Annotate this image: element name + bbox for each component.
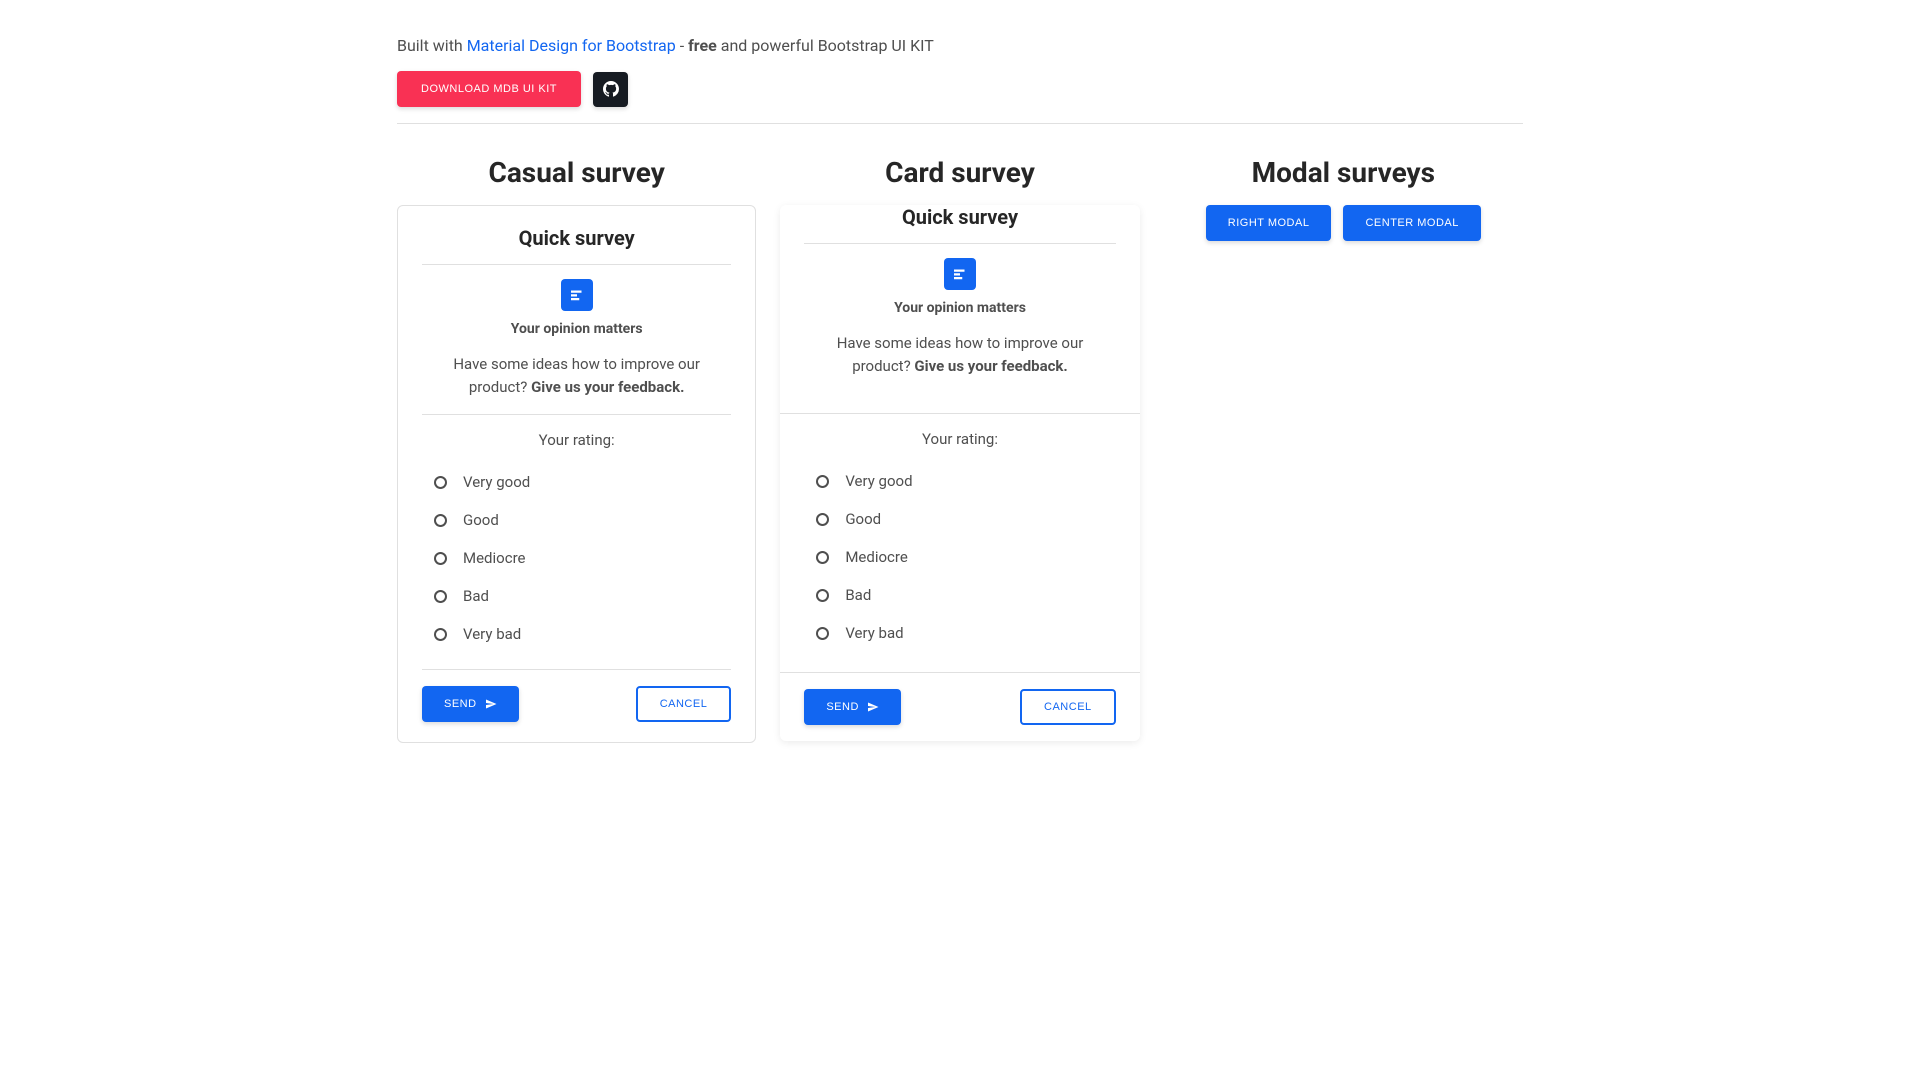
prompt-bold: Give us your feedback. (914, 357, 1067, 375)
radio-icon (816, 513, 829, 526)
radio-mediocre[interactable]: Mediocre (804, 538, 1115, 576)
card-survey-heading: Card survey (780, 156, 1139, 189)
radio-icon (434, 552, 447, 565)
prompt-bold: Give us your feedback. (531, 378, 684, 396)
radio-label: Good (463, 511, 499, 529)
radio-icon (434, 514, 447, 527)
right-modal-button[interactable]: Right Modal (1206, 205, 1332, 241)
radio-label: Very good (845, 472, 912, 490)
card-survey-panel: Quick survey Your opinion matters Have s… (780, 205, 1139, 741)
survey-title: Quick survey (804, 205, 1115, 244)
radio-icon (434, 590, 447, 603)
send-button[interactable]: Send (422, 686, 519, 722)
radio-label: Very bad (845, 624, 903, 642)
radio-label: Very good (463, 473, 530, 491)
radio-icon (434, 628, 447, 641)
radio-label: Very bad (463, 625, 521, 643)
radio-label: Mediocre (463, 549, 525, 567)
send-icon (867, 701, 879, 713)
casual-survey-heading: Casual survey (397, 156, 756, 189)
radio-mediocre[interactable]: Mediocre (422, 539, 731, 577)
send-icon (485, 698, 497, 710)
github-icon (603, 81, 619, 97)
send-label: Send (826, 701, 859, 713)
radio-icon (816, 589, 829, 602)
casual-survey-panel: Quick survey Your opinion matters Have s… (397, 205, 756, 743)
radio-label: Bad (845, 586, 871, 604)
radio-label: Mediocre (845, 548, 907, 566)
radio-very-bad[interactable]: Very bad (804, 614, 1115, 652)
cancel-button[interactable]: Cancel (636, 686, 732, 722)
poll-icon (944, 258, 976, 290)
text-dash: - (676, 36, 688, 55)
mdb-link[interactable]: Material Design for Bootstrap (467, 36, 676, 55)
center-modal-button[interactable]: Center Modal (1343, 205, 1480, 241)
rating-label: Your rating: (804, 430, 1115, 448)
radio-bad[interactable]: Bad (804, 576, 1115, 614)
modal-surveys-heading: Modal surveys (1164, 156, 1523, 189)
opinion-text: Your opinion matters (422, 321, 731, 337)
radio-icon (816, 551, 829, 564)
send-label: Send (444, 698, 477, 710)
built-with-text: Built with Material Design for Bootstrap… (397, 36, 1523, 55)
download-button[interactable]: Download MDB UI KIT (397, 71, 581, 107)
radio-good[interactable]: Good (422, 501, 731, 539)
radio-very-good[interactable]: Very good (422, 463, 731, 501)
cancel-button[interactable]: Cancel (1020, 689, 1116, 725)
radio-good[interactable]: Good (804, 500, 1115, 538)
radio-label: Good (845, 510, 881, 528)
radio-icon (434, 476, 447, 489)
opinion-text: Your opinion matters (804, 300, 1115, 316)
radio-label: Bad (463, 587, 489, 605)
radio-icon (816, 475, 829, 488)
radio-very-good[interactable]: Very good (804, 462, 1115, 500)
poll-icon (561, 279, 593, 311)
radio-very-bad[interactable]: Very bad (422, 615, 731, 653)
rating-label: Your rating: (422, 431, 731, 449)
survey-title: Quick survey (422, 226, 731, 265)
text-rest: and powerful Bootstrap UI KIT (717, 36, 934, 55)
prompt-text: Have some ideas how to improve our produ… (804, 332, 1115, 393)
text-free: free (688, 36, 717, 55)
text-built-with: Built with (397, 36, 467, 55)
topbar: Built with Material Design for Bootstrap… (397, 0, 1523, 124)
radio-bad[interactable]: Bad (422, 577, 731, 615)
send-button[interactable]: Send (804, 689, 901, 725)
github-button[interactable] (593, 72, 628, 107)
prompt-text: Have some ideas how to improve our produ… (422, 353, 731, 414)
radio-icon (816, 627, 829, 640)
